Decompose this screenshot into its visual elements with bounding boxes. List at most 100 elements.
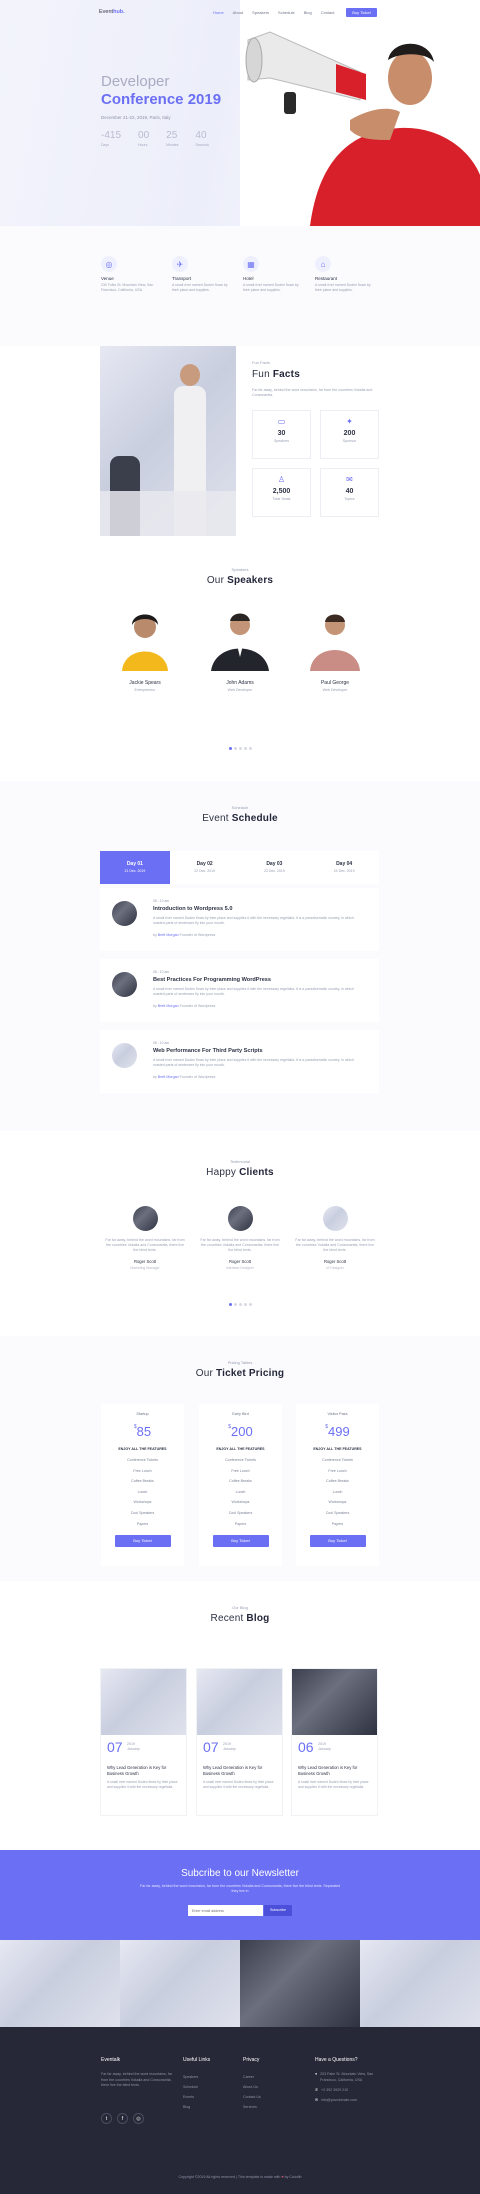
clients-title: Happy Clients: [206, 1167, 274, 1178]
blog-post-title[interactable]: Why Lead Generation is Key for Business …: [203, 1765, 279, 1776]
sponsor-icon: ✦: [346, 417, 353, 426]
nav-about[interactable]: About: [233, 10, 243, 15]
pricing-kicker: Pricing Tables: [227, 1360, 253, 1365]
subscribe-button[interactable]: Subscribe: [264, 1905, 292, 1916]
buy-ticket-button[interactable]: Buy Ticket: [346, 8, 377, 17]
nav-schedule[interactable]: Schedule: [278, 10, 295, 15]
seat-icon: ♙: [277, 475, 286, 484]
transport-icon: ✈: [172, 256, 188, 272]
speaker-photo: [300, 611, 370, 671]
testimonial-card: Far far away, behind the word mountains,…: [200, 1206, 280, 1270]
speaker-card[interactable]: Paul George Web Developer: [300, 611, 370, 692]
nav-contact[interactable]: Contact: [321, 10, 335, 15]
clients-carousel-dots[interactable]: [229, 1303, 252, 1306]
speaker-avatar: [112, 1043, 137, 1068]
speaker-card[interactable]: Jackie Spears Entrepreneur: [110, 611, 180, 692]
blog-post-card[interactable]: 06 2019 January Why Lead Generation is Ke…: [291, 1668, 378, 1816]
main-nav: Home About Speakers Schedule Blog Contac…: [213, 10, 335, 15]
newsletter-title: Subcribe to our Newsletter: [181, 1868, 299, 1879]
session-title[interactable]: Introduction to Wordpress 5.0: [153, 906, 232, 912]
pricing-card-visitor-pass: Visitor Pass $499 ENJOY ALL THE FEATURES…: [296, 1404, 379, 1566]
buy-ticket-button[interactable]: Buy Ticket: [212, 1535, 269, 1548]
countdown-seconds: 40 Seconds: [195, 130, 210, 147]
speakers-section: Speakers Our Speakers Jackie Spears Entr…: [0, 551, 480, 781]
fact-speakers: ▭ 30 Speakers: [252, 410, 311, 459]
mail-icon: ✉: [315, 2098, 319, 2102]
gallery-photo[interactable]: [360, 1940, 480, 2027]
session-speaker-link[interactable]: Brett Morgan: [158, 1075, 179, 1079]
nav-blog[interactable]: Blog: [304, 10, 312, 15]
schedule-tabs: Day 01 21 Dec. 2019 Day 02 22 Dec. 2019 Da…: [100, 851, 379, 884]
gallery-photo[interactable]: [0, 1940, 120, 2027]
footer-link[interactable]: Events: [183, 2092, 210, 2102]
footer-link[interactable]: Speakers: [183, 2072, 210, 2082]
map-marker-icon: ●: [315, 2072, 318, 2076]
blog-post-card[interactable]: 07 2019 January Why Lead Generation is Ke…: [196, 1668, 283, 1816]
twitter-icon[interactable]: t: [101, 2113, 112, 2124]
facts-kicker: Fun Facts: [252, 360, 270, 365]
schedule-kicker: Schedule: [231, 805, 249, 810]
hotel-icon: ▦: [243, 256, 259, 272]
speaker-photo: [110, 611, 180, 671]
facts-title: Fun Facts: [252, 369, 300, 380]
session-item: 08 - 10 am Best Practices For Programmin…: [100, 959, 379, 1022]
speakers-carousel-dots[interactable]: [229, 747, 252, 750]
facebook-icon[interactable]: f: [117, 2113, 128, 2124]
footer-about: Eventalk Far far away, behind the word m…: [101, 2057, 173, 2125]
venue-icon: ◎: [101, 256, 117, 272]
session-title[interactable]: Best Practices For Programming WordPress: [153, 977, 271, 983]
blog-post-card[interactable]: 07 2019 January Why Lead Generation is Ke…: [100, 1668, 187, 1816]
site-footer: Eventalk Far far away, behind the word m…: [0, 2027, 480, 2194]
tab-day-02[interactable]: Day 02 22 Dec. 2019: [170, 851, 240, 884]
blog-post-title[interactable]: Why Lead Generation is Key for Business …: [107, 1765, 183, 1776]
session-speaker-link[interactable]: Brett Morgan: [158, 933, 179, 937]
buy-ticket-button[interactable]: Buy Ticket: [114, 1535, 171, 1548]
testimonials-section: Testimonial Happy Clients Far far away, …: [0, 1131, 480, 1336]
clients-kicker: Testimonial: [229, 1159, 250, 1164]
gallery-photo[interactable]: [120, 1940, 240, 2027]
photo-gallery: [0, 1940, 480, 2027]
countdown-hours: 00 Hours: [138, 130, 150, 147]
tab-day-01[interactable]: Day 01 21 Dec. 2019: [100, 851, 170, 884]
footer-link[interactable]: About Us: [243, 2082, 261, 2092]
blog-post-image: [292, 1669, 377, 1735]
logo[interactable]: Eventhub.: [99, 9, 125, 15]
speaker-photo: [205, 611, 275, 671]
nav-home[interactable]: Home: [213, 10, 224, 15]
fact-seats: ♙ 2,500 Total Seats: [252, 468, 311, 517]
footer-link[interactable]: Services: [243, 2102, 261, 2112]
facts-description: Far far away, behind the word mountains,…: [252, 388, 373, 397]
fact-sponsor: ✦ 200 Sponsor: [320, 410, 379, 459]
footer-link[interactable]: Career: [243, 2072, 261, 2082]
nav-speakers[interactable]: Speakers: [252, 10, 269, 15]
newsletter-description: Far far away, behind the word mountains,…: [140, 1884, 340, 1894]
footer-useful-links: Useful Links Speakers Schedule Events Bl…: [183, 2057, 210, 2112]
phone-icon: ✆: [315, 2088, 319, 2092]
gallery-photo[interactable]: [240, 1940, 360, 2027]
pricing-section: Pricing Tables Our Ticket Pricing Startu…: [0, 1336, 480, 1581]
blog-kicker: Our Blog: [232, 1605, 248, 1610]
instagram-icon[interactable]: ◎: [133, 2113, 144, 2124]
hero-title-line1: Developer: [101, 73, 170, 90]
newsletter-email-input[interactable]: [188, 1905, 263, 1916]
feature-transport: ✈ Transport A small river named Duden fl…: [172, 256, 232, 292]
restaurant-icon: ⌂: [315, 256, 331, 272]
session-title[interactable]: Web Performance For Third Party Scripts: [153, 1048, 263, 1054]
fun-facts-section: Fun Facts Fun Facts Far far away, behind…: [0, 346, 480, 551]
blog-title: Recent Blog: [210, 1613, 270, 1624]
footer-link[interactable]: Schedule: [183, 2082, 210, 2092]
tab-day-04[interactable]: Day 04 24 Dec. 2019: [309, 851, 379, 884]
pricing-card-startup: Startup $85 ENJOY ALL THE FEATURES Confe…: [101, 1404, 184, 1566]
feature-restaurant: ⌂ Restaurant A small river named Duden f…: [315, 256, 375, 292]
session-speaker-link[interactable]: Brett Morgan: [158, 1004, 179, 1008]
speaker-avatar: [112, 901, 137, 926]
buy-ticket-button[interactable]: Buy Ticket: [309, 1535, 366, 1548]
footer-link[interactable]: Contact Us: [243, 2092, 261, 2102]
heart-icon: ♥: [281, 2175, 284, 2179]
footer-link[interactable]: Blog: [183, 2102, 210, 2112]
tab-day-03[interactable]: Day 03 23 Dec. 2019: [240, 851, 310, 884]
blog-post-title[interactable]: Why Lead Generation is Key for Business …: [298, 1765, 374, 1776]
session-item: 08 - 10 am Introduction to Wordpress 5.0…: [100, 888, 379, 951]
speaker-card[interactable]: John Adams Web Developer: [205, 611, 275, 692]
client-avatar: [227, 1206, 253, 1231]
